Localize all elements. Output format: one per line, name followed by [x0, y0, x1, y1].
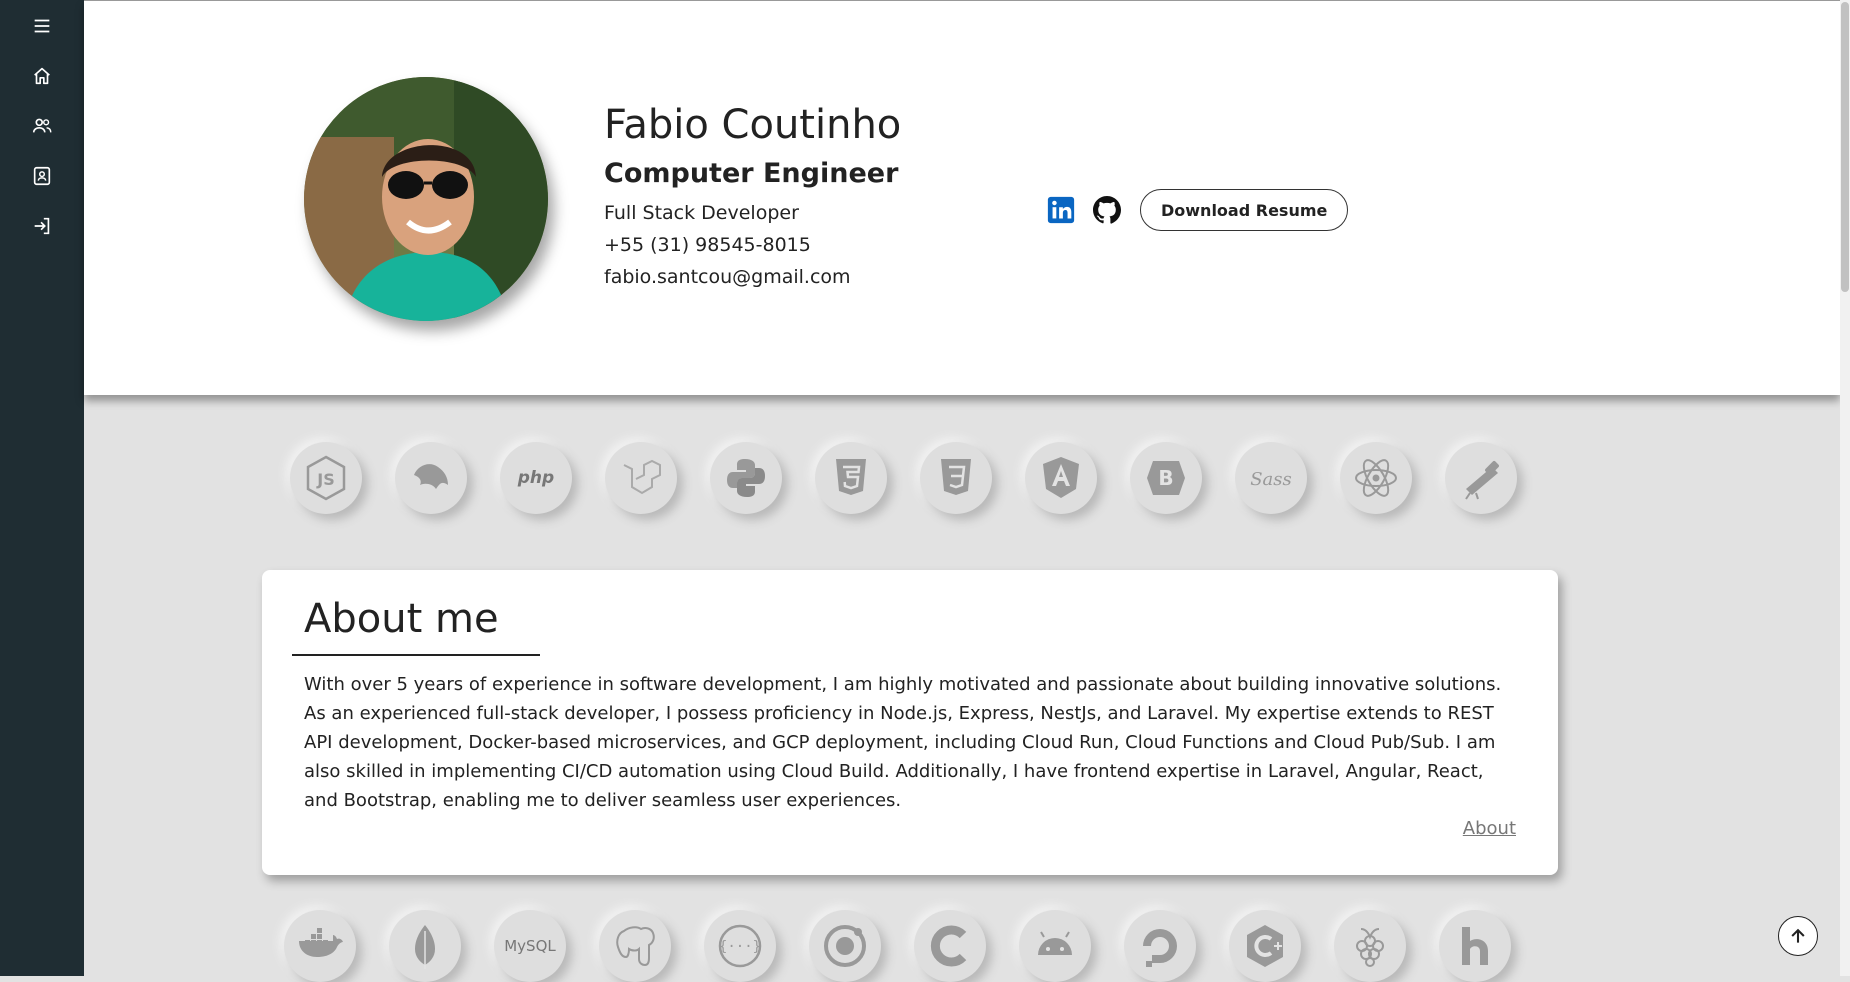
profile-title: Computer Engineer	[604, 158, 899, 189]
ionic-icon	[809, 910, 881, 982]
about-heading: About me	[304, 596, 499, 642]
svg-text:JS: JS	[316, 470, 334, 489]
avatar	[304, 77, 548, 321]
js-icon: JS	[290, 442, 362, 514]
download-resume-button[interactable]: Download Resume	[1140, 189, 1349, 231]
raspberrypi-icon	[1334, 910, 1406, 982]
profile-email: fabio.santcou@gmail.com	[604, 266, 851, 288]
heading-underline	[292, 654, 540, 656]
tech-icons-top: JS php B Sass	[290, 442, 1550, 514]
about-card: About me With over 5 years of experience…	[262, 570, 1558, 875]
react-icon	[1340, 442, 1412, 514]
profile-header: Fabio Coutinho Computer Engineer Full St…	[84, 0, 1840, 395]
svg-text:B: B	[1158, 466, 1173, 490]
sidebar	[0, 0, 84, 976]
menu-icon[interactable]	[22, 6, 62, 46]
bootstrap-icon: B	[1130, 442, 1202, 514]
login-icon[interactable]	[22, 206, 62, 246]
back-to-top-button[interactable]	[1778, 916, 1818, 956]
profile-info: Fabio Coutinho Computer Engineer Full St…	[604, 99, 901, 293]
mysql-icon: MySQL	[494, 910, 566, 982]
telescope-icon	[1445, 442, 1517, 514]
about-text: With over 5 years of experience in softw…	[304, 674, 1502, 811]
github-icon[interactable]	[1090, 193, 1124, 227]
c-icon	[914, 910, 986, 982]
php-icon: php	[500, 442, 572, 514]
android-icon	[1019, 910, 1091, 982]
html5-icon	[815, 442, 887, 514]
mongodb-icon	[389, 910, 461, 982]
people-icon[interactable]	[22, 106, 62, 146]
docker-icon	[284, 910, 356, 982]
home-icon[interactable]	[22, 56, 62, 96]
scrollbar[interactable]	[1840, 0, 1850, 976]
tech-icons-bottom: MySQL {···}	[284, 910, 1544, 982]
sass-icon: Sass	[1235, 442, 1307, 514]
laravel-icon	[605, 442, 677, 514]
svg-text:{···}: {···}	[719, 939, 761, 955]
profile-phone: +55 (31) 98545-8015	[604, 234, 811, 256]
about-link[interactable]: About	[1463, 818, 1516, 839]
css3-icon	[920, 442, 992, 514]
postgresql-icon	[599, 910, 671, 982]
linkedin-icon[interactable]	[1044, 193, 1078, 227]
contact-card-icon[interactable]	[22, 156, 62, 196]
json-icon: {···}	[704, 910, 776, 982]
svg-text:Sass: Sass	[1250, 469, 1292, 490]
digitalocean-icon	[1124, 910, 1196, 982]
python-icon	[710, 442, 782, 514]
profile-name: Fabio Coutinho	[604, 102, 902, 148]
social-links: Download Resume	[1044, 189, 1349, 231]
cplusplus-icon	[1229, 910, 1301, 982]
scrollbar-thumb[interactable]	[1841, 2, 1849, 292]
nestjs-icon	[395, 442, 467, 514]
arrow-up-icon	[1791, 928, 1805, 943]
heroku-icon	[1439, 910, 1511, 982]
angular-icon	[1025, 442, 1097, 514]
profile-subtitle: Full Stack Developer	[604, 202, 799, 224]
